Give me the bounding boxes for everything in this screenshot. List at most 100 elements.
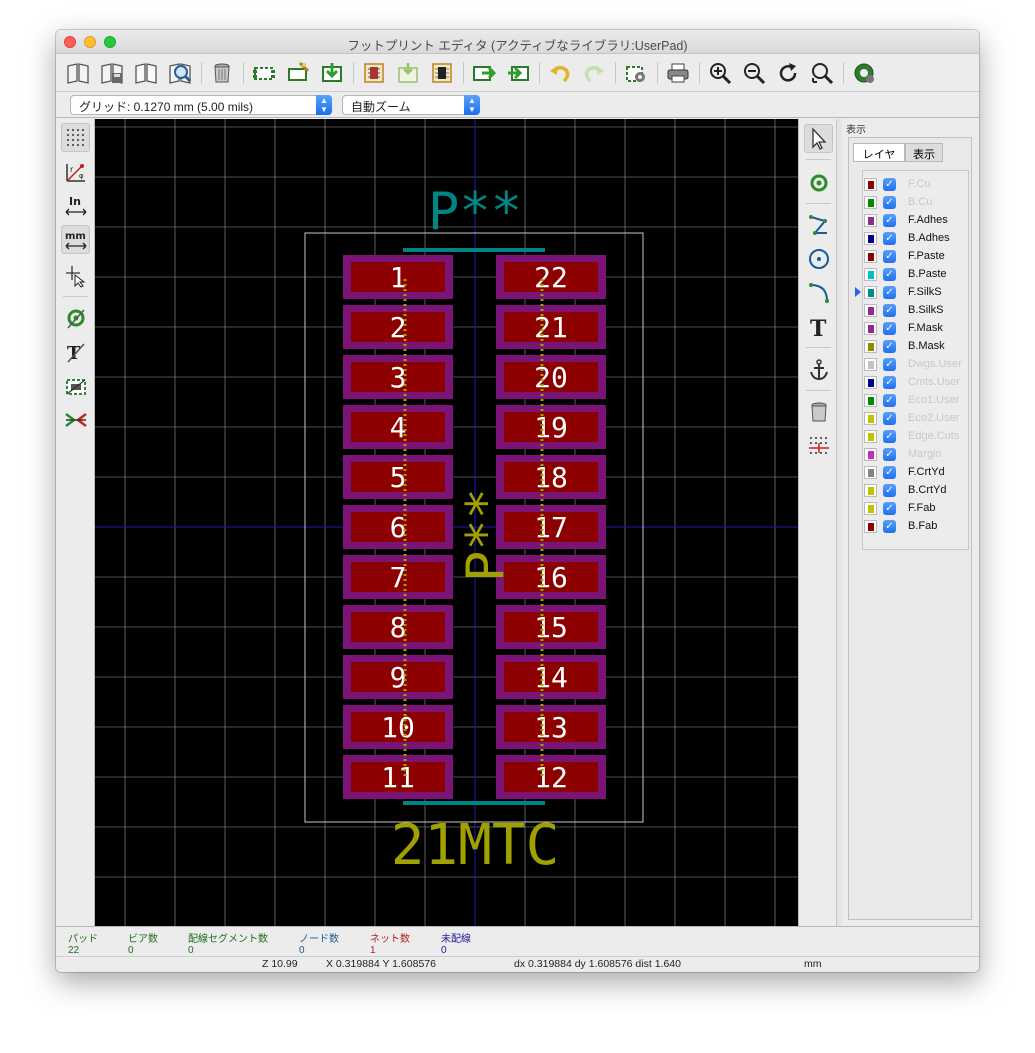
pad[interactable]: 6 xyxy=(343,505,453,549)
mm-units-button[interactable]: mm xyxy=(61,225,90,254)
layer-color-swatch[interactable] xyxy=(864,502,877,515)
redo-icon[interactable] xyxy=(580,59,608,87)
pad[interactable]: 15 xyxy=(496,605,606,649)
layer-visibility-checkbox[interactable]: ✓ xyxy=(883,214,896,227)
layer-visibility-checkbox[interactable]: ✓ xyxy=(883,340,896,353)
pad[interactable]: 3 xyxy=(343,355,453,399)
layer-visibility-checkbox[interactable]: ✓ xyxy=(883,376,896,389)
layer-color-swatch[interactable] xyxy=(864,232,877,245)
layer-visibility-checkbox[interactable]: ✓ xyxy=(883,232,896,245)
layer-row[interactable]: ✓ F.SilkS xyxy=(855,283,968,301)
print-icon[interactable] xyxy=(664,59,692,87)
cursor-shape-icon[interactable] xyxy=(61,261,90,290)
update-in-board-icon[interactable] xyxy=(428,59,456,87)
layer-name[interactable]: F.Fab xyxy=(908,502,936,514)
pad[interactable]: 11 xyxy=(343,755,453,799)
layer-color-swatch[interactable] xyxy=(864,304,877,317)
layer-name[interactable]: Eco2.User xyxy=(908,412,959,424)
layer-color-swatch[interactable] xyxy=(864,484,877,497)
polar-coordinates-icon[interactable]: rφ xyxy=(61,157,90,186)
zoom-in-icon[interactable] xyxy=(706,59,734,87)
layer-visibility-checkbox[interactable]: ✓ xyxy=(883,466,896,479)
pad[interactable]: 12 xyxy=(496,755,606,799)
layer-color-swatch[interactable] xyxy=(864,412,877,425)
layer-color-swatch[interactable] xyxy=(864,196,877,209)
layer-name[interactable]: F.Paste xyxy=(908,250,945,262)
layer-name[interactable]: B.Paste xyxy=(908,268,947,280)
layer-visibility-checkbox[interactable]: ✓ xyxy=(883,286,896,299)
layer-name[interactable]: Eco1.User xyxy=(908,394,959,406)
redraw-icon[interactable] xyxy=(774,59,802,87)
footprint-wizard-icon[interactable] xyxy=(284,59,312,87)
footprint-canvas[interactable]: 1 2 3 4 5 6 7 8 9 10 11 22 21 20 19 18 17 16 15 14 13 12 P** … xyxy=(95,119,798,926)
grid-toggle-icon[interactable] xyxy=(61,123,90,152)
layer-visibility-checkbox[interactable]: ✓ xyxy=(883,196,896,209)
graphic-sketch-mode-icon[interactable] xyxy=(61,371,90,400)
layer-visibility-checkbox[interactable]: ✓ xyxy=(883,322,896,335)
layer-row[interactable]: ✓ B.Cu xyxy=(863,193,968,211)
zoom-out-icon[interactable] xyxy=(740,59,768,87)
layer-color-swatch[interactable] xyxy=(864,358,877,371)
add-circle-tool-icon[interactable] xyxy=(804,244,833,273)
layer-name[interactable]: B.Fab xyxy=(908,520,937,532)
layer-color-swatch[interactable] xyxy=(864,394,877,407)
pad[interactable]: 10 xyxy=(343,705,453,749)
pad[interactable]: 8 xyxy=(343,605,453,649)
layer-name[interactable]: F.Adhes xyxy=(908,214,948,226)
select-library-icon[interactable] xyxy=(64,59,92,87)
pad[interactable]: 1 xyxy=(343,255,453,299)
layer-name[interactable]: Edge.Cuts xyxy=(908,430,959,442)
pad[interactable]: 2 xyxy=(343,305,453,349)
layer-color-swatch[interactable] xyxy=(864,466,877,479)
layer-row[interactable]: ✓ F.Adhes xyxy=(863,211,968,229)
pad[interactable]: 7 xyxy=(343,555,453,599)
layer-color-swatch[interactable] xyxy=(864,376,877,389)
layer-row[interactable]: ✓ B.Adhes xyxy=(863,229,968,247)
delete-tool-icon[interactable] xyxy=(804,397,833,426)
undo-icon[interactable] xyxy=(546,59,574,87)
layer-row[interactable]: ✓ Edge.Cuts xyxy=(863,427,968,445)
text-sketch-mode-icon[interactable]: T xyxy=(61,337,90,366)
layer-color-swatch[interactable] xyxy=(864,250,877,263)
layer-name[interactable]: B.Mask xyxy=(908,340,945,352)
settings-icon[interactable] xyxy=(850,59,878,87)
high-contrast-mode-icon[interactable] xyxy=(61,405,90,434)
layer-color-swatch[interactable] xyxy=(864,448,877,461)
layer-row[interactable]: ✓ Cmts.User xyxy=(863,373,968,391)
layer-name[interactable]: B.Cu xyxy=(908,196,932,208)
layer-visibility-checkbox[interactable]: ✓ xyxy=(883,448,896,461)
export-footprint-icon[interactable] xyxy=(470,59,498,87)
layer-color-swatch[interactable] xyxy=(864,178,877,191)
layer-name[interactable]: F.Mask xyxy=(908,322,943,334)
layer-color-swatch[interactable] xyxy=(864,214,877,227)
grid-origin-tool-icon[interactable] xyxy=(804,431,833,460)
layer-color-swatch[interactable] xyxy=(864,340,877,353)
layer-visibility-checkbox[interactable]: ✓ xyxy=(883,520,896,533)
add-text-tool-icon[interactable]: T xyxy=(804,312,833,341)
layer-color-swatch[interactable] xyxy=(864,268,877,281)
pad[interactable]: 21 xyxy=(496,305,606,349)
layer-row[interactable]: ✓ F.Cu xyxy=(863,175,968,193)
layer-visibility-checkbox[interactable]: ✓ xyxy=(883,178,896,191)
layer-row[interactable]: ✓ B.Fab xyxy=(863,517,968,535)
layer-row[interactable]: ✓ Margin xyxy=(863,445,968,463)
layer-name[interactable]: Cmts.User xyxy=(908,376,960,388)
layer-row[interactable]: ✓ Eco2.User xyxy=(863,409,968,427)
layer-visibility-checkbox[interactable]: ✓ xyxy=(883,394,896,407)
pad[interactable]: 20 xyxy=(496,355,606,399)
add-pad-tool-icon[interactable] xyxy=(804,168,833,197)
layer-row[interactable]: ✓ F.CrtYd xyxy=(863,463,968,481)
layer-visibility-checkbox[interactable]: ✓ xyxy=(883,268,896,281)
pad[interactable]: 9 xyxy=(343,655,453,699)
layer-visibility-checkbox[interactable]: ✓ xyxy=(883,250,896,263)
import-footprint-icon[interactable] xyxy=(504,59,532,87)
layer-row[interactable]: ✓ B.CrtYd xyxy=(863,481,968,499)
footprint-properties-icon[interactable] xyxy=(622,59,650,87)
browse-library-icon[interactable] xyxy=(166,59,194,87)
layer-name[interactable]: B.SilkS xyxy=(908,304,943,316)
save-library-icon[interactable] xyxy=(98,59,126,87)
zoom-select[interactable]: 自動ズーム ▲ ▼ xyxy=(342,95,480,115)
layer-visibility-checkbox[interactable]: ✓ xyxy=(883,412,896,425)
layer-row[interactable]: ✓ F.Paste xyxy=(863,247,968,265)
layer-row[interactable]: ✓ Eco1.User xyxy=(863,391,968,409)
